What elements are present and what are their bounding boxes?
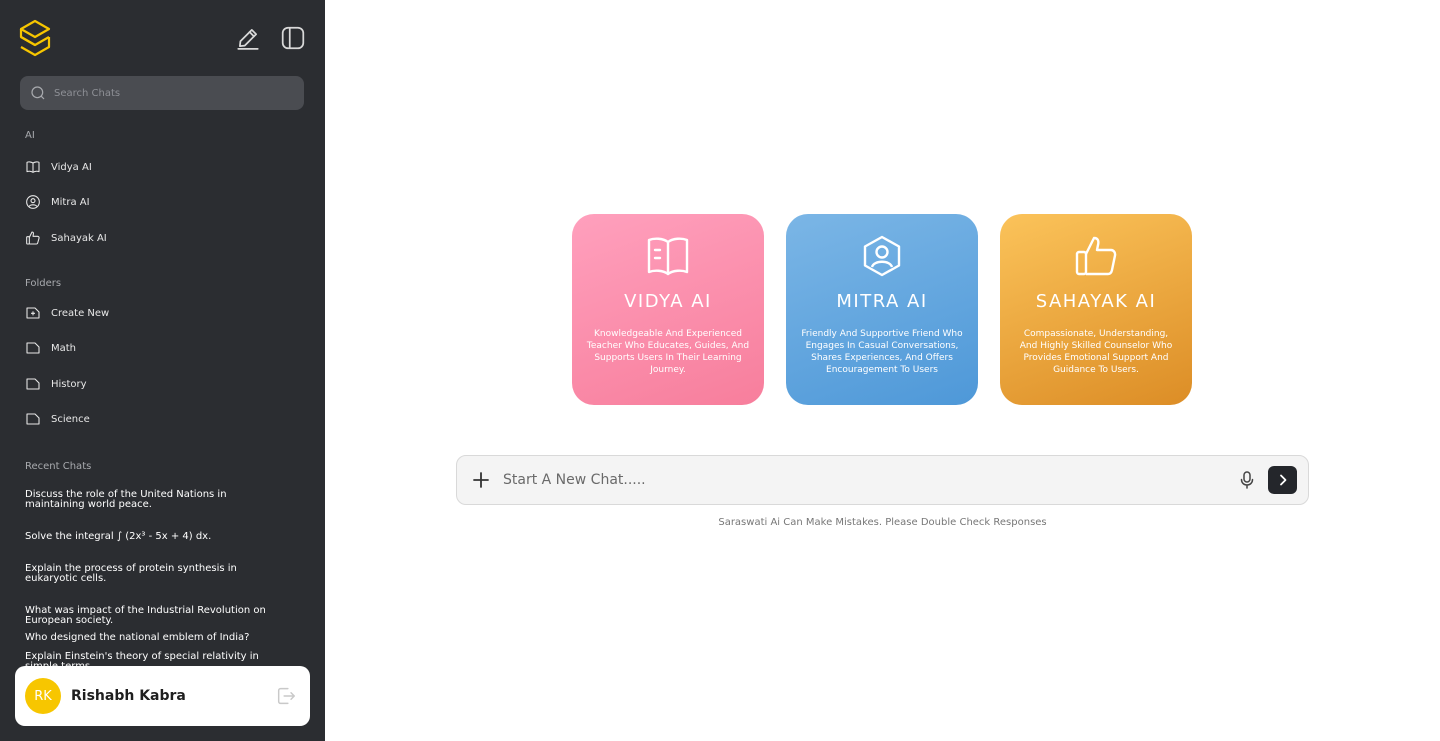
user-name: Rishabh Kabra bbox=[71, 688, 186, 704]
recent-chat-item[interactable]: Who designed the national emblem of Indi… bbox=[25, 633, 285, 643]
card-title: VIDYA AI bbox=[624, 291, 712, 312]
recent-chat-item[interactable]: Explain Einstein's theory of special rel… bbox=[25, 652, 285, 667]
recent-chat-item[interactable]: Solve the integral ∫ (2x³ - 5x + 4) dx. bbox=[25, 532, 285, 542]
disclaimer-text: Saraswati Ai Can Make Mistakes. Please D… bbox=[718, 517, 1047, 528]
sidebar-item-vidya-ai[interactable]: Vidya AI bbox=[25, 158, 92, 176]
sidebar-item-label: Vidya AI bbox=[51, 161, 92, 173]
recent-chats-list: Discuss the role of the United Nations i… bbox=[25, 488, 295, 667]
folder-label: Science bbox=[51, 413, 90, 425]
folder-icon bbox=[26, 413, 40, 425]
recent-chats-label: Recent Chats bbox=[25, 461, 92, 472]
card-title: MITRA AI bbox=[836, 291, 928, 312]
card-description: Knowledgeable And Experienced Teacher Wh… bbox=[586, 329, 750, 375]
chat-input[interactable] bbox=[503, 469, 1223, 491]
sidebar-item-label: Mitra AI bbox=[51, 196, 90, 208]
book-icon bbox=[647, 237, 689, 276]
folder-math[interactable]: Math bbox=[25, 339, 76, 357]
thumbs-up-icon bbox=[1075, 236, 1117, 276]
card-description: Friendly And Supportive Friend Who Engag… bbox=[801, 329, 963, 375]
folder-plus-icon bbox=[26, 307, 40, 319]
card-title: SAHAYAK AI bbox=[1035, 291, 1157, 312]
sidebar-toggle-icon[interactable] bbox=[280, 25, 306, 51]
chevron-right-icon bbox=[1279, 474, 1286, 486]
recent-chat-item[interactable]: Explain the process of protein synthesis… bbox=[25, 564, 285, 584]
folder-history[interactable]: History bbox=[25, 375, 87, 393]
mitra-ai-card[interactable]: MITRA AI Friendly And Supportive Friend … bbox=[786, 214, 978, 405]
sidebar-item-mitra-ai[interactable]: Mitra AI bbox=[25, 193, 90, 211]
person-icon bbox=[26, 195, 40, 209]
plus-icon[interactable] bbox=[471, 470, 491, 490]
search-input[interactable] bbox=[54, 87, 284, 99]
folder-icon bbox=[26, 378, 40, 390]
thumbs-up-icon bbox=[26, 231, 40, 245]
microphone-icon[interactable] bbox=[1237, 470, 1257, 490]
recent-chat-item[interactable]: Discuss the role of the United Nations i… bbox=[25, 490, 285, 510]
send-button[interactable] bbox=[1268, 466, 1297, 494]
sidebar-item-label: Sahayak AI bbox=[51, 232, 107, 244]
vidya-ai-card[interactable]: VIDYA AI Knowledgeable And Experienced T… bbox=[572, 214, 764, 405]
recent-chat-item[interactable]: What was impact of the Industrial Revolu… bbox=[25, 606, 285, 626]
logout-icon[interactable] bbox=[275, 685, 297, 707]
folder-icon bbox=[26, 342, 40, 354]
folder-label: Math bbox=[51, 342, 77, 354]
folder-label: Create New bbox=[51, 307, 110, 319]
search-chats[interactable] bbox=[20, 76, 304, 110]
chat-input-bar bbox=[456, 455, 1309, 505]
folder-science[interactable]: Science bbox=[25, 410, 90, 428]
user-profile-card: RK Rishabh Kabra bbox=[15, 666, 310, 726]
sahayak-ai-card[interactable]: SAHAYAK AI Compassionate, Understanding,… bbox=[1000, 214, 1192, 405]
ai-section-label: AI bbox=[25, 130, 35, 141]
folder-create-new[interactable]: Create New bbox=[25, 304, 109, 322]
folders-section-label: Folders bbox=[25, 278, 62, 289]
search-icon bbox=[31, 86, 45, 100]
sidebar: AI Vidya AI Mitra AI Sahayak AI Folders … bbox=[0, 0, 325, 741]
person-icon bbox=[863, 235, 901, 277]
card-description: Compassionate, Understanding, And Highly… bbox=[1019, 329, 1173, 375]
new-chat-icon[interactable] bbox=[235, 25, 261, 51]
avatar[interactable]: RK bbox=[25, 678, 61, 714]
logo-icon[interactable] bbox=[18, 19, 52, 57]
sidebar-item-sahayak-ai[interactable]: Sahayak AI bbox=[25, 229, 107, 247]
folder-label: History bbox=[51, 378, 87, 390]
book-icon bbox=[26, 161, 40, 173]
